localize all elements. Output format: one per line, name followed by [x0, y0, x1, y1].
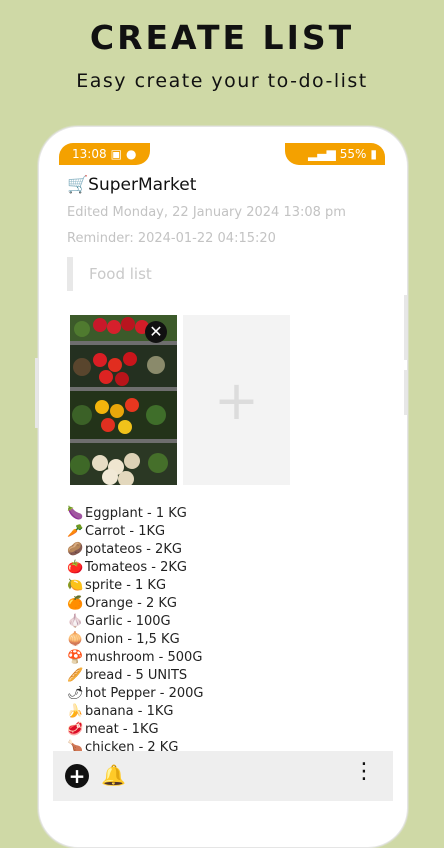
phone-side-button: [404, 295, 407, 360]
item-emoji-icon: 🧄: [67, 614, 84, 629]
item-text: mushroom - 500G: [85, 650, 203, 665]
list-item[interactable]: 🥩 meat - 1KG: [67, 721, 204, 739]
item-text: Eggplant - 1 KG: [85, 506, 187, 521]
shopping-list: 🍆 Eggplant - 1 KG 🥕 Carrot - 1KG 🥔 potateos -…: [67, 505, 204, 757]
battery-level: 55%: [339, 147, 367, 161]
list-item[interactable]: 🥖 bread - 5 UNITS: [67, 667, 204, 685]
reminder-timestamp[interactable]: Reminder: 2024-01-22 04:15:20: [67, 231, 276, 246]
item-emoji-icon: 🍆: [67, 506, 84, 521]
item-text: Tomateos - 2KG: [85, 560, 187, 575]
item-emoji-icon: 🌶: [67, 686, 84, 701]
item-emoji-icon: 🍅: [67, 560, 84, 575]
item-emoji-icon: 🍊: [67, 596, 84, 611]
add-photo-button[interactable]: +: [183, 315, 290, 485]
item-text: meat - 1KG: [85, 722, 159, 737]
item-emoji-icon: 🍋: [67, 578, 84, 593]
list-item[interactable]: 🧄 Garlic - 100G: [67, 613, 204, 631]
status-bar-right: ▂▄▆ 55% ▮: [285, 143, 385, 165]
item-text: Carrot - 1KG: [85, 524, 166, 539]
list-item[interactable]: 🍋 sprite - 1 KG: [67, 577, 204, 595]
list-item[interactable]: 🍊 Orange - 2 KG: [67, 595, 204, 613]
item-emoji-icon: 🥖: [67, 668, 84, 683]
status-bar-left: 13:08 ▣ ●: [59, 143, 150, 165]
note-title[interactable]: 🛒SuperMarket: [67, 175, 196, 195]
item-emoji-icon: 🥕: [67, 524, 84, 539]
add-circle-icon[interactable]: +: [65, 764, 89, 788]
bottom-toolbar: + 🔔 ⋮: [53, 751, 393, 801]
phone-side-button: [35, 358, 38, 428]
item-text: banana - 1KG: [85, 704, 174, 719]
item-text: Orange - 2 KG: [85, 596, 177, 611]
list-item[interactable]: 🥔 potateos - 2KG: [67, 541, 204, 559]
list-item[interactable]: 🥕 Carrot - 1KG: [67, 523, 204, 541]
item-text: bread - 5 UNITS: [85, 668, 188, 683]
banner-subtitle: Easy create your to-do-list: [76, 70, 368, 92]
item-emoji-icon: 🍌: [67, 704, 84, 719]
list-item[interactable]: 🧅 Onion - 1,5 KG: [67, 631, 204, 649]
signal-icon: ▂▄▆: [308, 147, 336, 161]
item-text: potateos - 2KG: [85, 542, 182, 557]
banner-title: CREATE LIST: [89, 18, 355, 57]
status-time: 13:08: [72, 147, 107, 161]
gallery-icon: ▣: [110, 147, 122, 161]
phone-frame: 13:08 ▣ ● ▂▄▆ 55% ▮ 🛒SuperMarket Edited …: [38, 126, 408, 848]
item-emoji-icon: 🥔: [67, 542, 84, 557]
item-text: hot Pepper - 200G: [85, 686, 204, 701]
list-item[interactable]: 🍅 Tomateos - 2KG: [67, 559, 204, 577]
item-text: Garlic - 100G: [85, 614, 171, 629]
list-item[interactable]: 🌶hot Pepper - 200G: [67, 685, 204, 703]
list-item[interactable]: 🍆 Eggplant - 1 KG: [67, 505, 204, 523]
list-item[interactable]: 🍄 mushroom - 500G: [67, 649, 204, 667]
item-emoji-icon: 🥩: [67, 722, 84, 737]
item-emoji-icon: 🍄: [67, 650, 84, 665]
list-item[interactable]: 🍌 banana - 1KG: [67, 703, 204, 721]
item-text: sprite - 1 KG: [85, 578, 167, 593]
item-text: Onion - 1,5 KG: [85, 632, 180, 647]
more-options-icon[interactable]: ⋮: [353, 761, 375, 783]
phone-side-button: [404, 370, 407, 415]
edited-timestamp: Edited Monday, 22 January 2024 13:08 pm: [67, 205, 346, 220]
notification-icon: ●: [125, 147, 137, 161]
battery-icon: ▮: [370, 147, 377, 161]
remove-photo-button[interactable]: ✕: [145, 321, 167, 343]
reminder-bell-icon[interactable]: 🔔: [101, 763, 126, 787]
item-emoji-icon: 🧅: [67, 632, 84, 647]
quote-block[interactable]: Food list: [67, 257, 367, 291]
